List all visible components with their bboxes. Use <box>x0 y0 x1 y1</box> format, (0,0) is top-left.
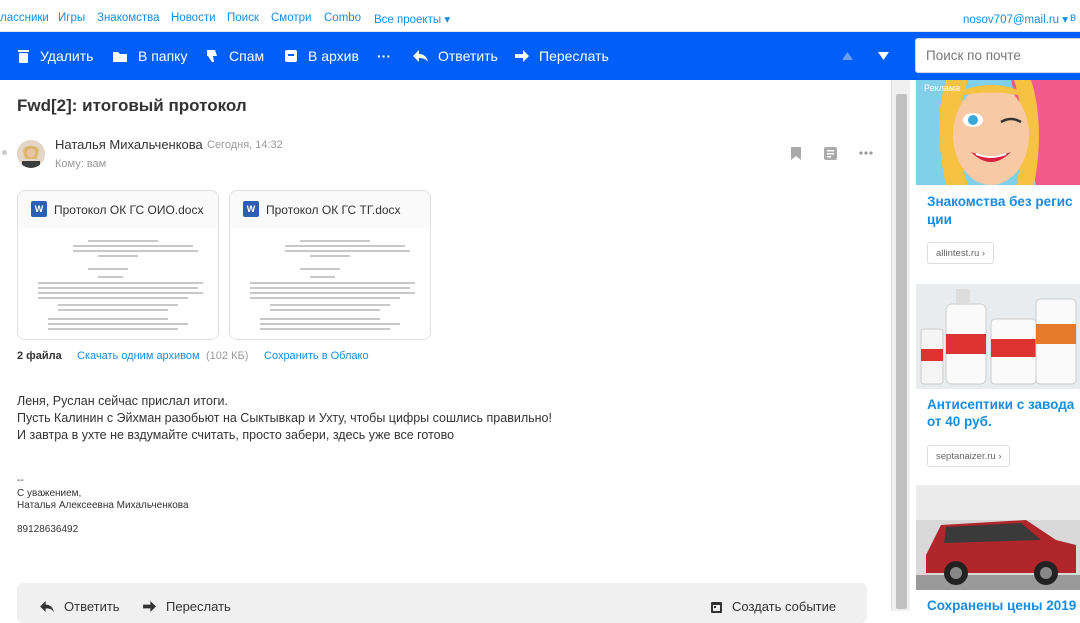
bottom-forward-label: Переслать <box>166 599 231 614</box>
move-to-folder-label: В папку <box>138 48 188 64</box>
nav-dating[interactable]: Знакомства <box>97 12 160 24</box>
download-archive-link[interactable]: Скачать одним архивом <box>77 350 200 362</box>
ad-image-dating[interactable] <box>916 80 1080 185</box>
delete-button[interactable]: Удалить <box>17 46 93 66</box>
more-options-icon[interactable] <box>859 151 873 155</box>
attachment-card[interactable]: W Протокол ОК ГС ОИО.docx <box>17 190 219 340</box>
attachment-name: Протокол ОК ГС ТГ.docx <box>266 203 401 217</box>
print-icon[interactable] <box>824 147 837 160</box>
body-line: Пусть Калинин с Эйхман разобьют на Сыкты… <box>17 411 552 425</box>
nav-watch[interactable]: Смотри <box>271 12 311 24</box>
reply-icon <box>413 50 428 62</box>
attachment-preview <box>18 228 218 339</box>
scrollbar-thumb[interactable] <box>896 94 907 609</box>
thumbs-down-icon <box>207 50 217 62</box>
reply-bar: Ответить Переслать Создать событие <box>17 583 867 623</box>
archive-icon <box>285 50 297 62</box>
reply-label: Ответить <box>438 48 498 64</box>
attachment-name: Протокол ОК ГС ОИО.docx <box>54 203 204 217</box>
ad-image-car[interactable] <box>916 485 1080 590</box>
next-message-icon[interactable] <box>878 52 889 60</box>
mail-search-input[interactable]: Поиск по почте <box>915 38 1080 73</box>
red-suv-image <box>916 485 1080 590</box>
ad-title-continued[interactable]: ции <box>927 211 952 229</box>
word-doc-icon: W <box>31 201 47 217</box>
save-to-cloud-link[interactable]: Сохранить в Облако <box>264 350 369 362</box>
message-date: Сегодня, 14:32 <box>207 139 283 151</box>
spam-button[interactable]: Спам <box>205 46 264 66</box>
trash-icon <box>18 50 29 63</box>
ad-image-antiseptic[interactable] <box>916 284 1080 389</box>
attachment-preview <box>230 228 430 339</box>
attachment-card[interactable]: W Протокол ОК ГС ТГ.docx <box>229 190 431 340</box>
move-to-folder-button[interactable]: В папку <box>112 46 187 66</box>
ad-title[interactable]: Знакомства без регис <box>927 193 1073 211</box>
archive-label: В архив <box>308 48 359 64</box>
message-view <box>0 80 891 611</box>
more-actions-button[interactable]: ··· <box>377 46 391 66</box>
ad-source-link[interactable]: septanaizer.ru › <box>927 445 1011 467</box>
ad-label: Реклама <box>924 83 961 93</box>
bookmark-icon[interactable] <box>791 147 801 160</box>
body-line: Леня, Руслан сейчас прислал итоги. <box>17 394 228 408</box>
bottom-reply-label: Ответить <box>64 599 120 614</box>
files-count: 2 файла <box>17 350 62 362</box>
nav-extra[interactable]: в <box>1070 12 1076 24</box>
top-navigation: лассники Игры Знакомства Новости Поиск С… <box>0 0 1080 32</box>
signature-name: Наталья Алексеевна Михальченкова <box>17 500 189 511</box>
ad-title[interactable]: Сохранены цены 2019 <box>927 597 1076 615</box>
signature-phone: 89128636492 <box>17 524 79 535</box>
create-event-label: Создать событие <box>732 599 837 614</box>
sender-avatar[interactable] <box>17 140 45 168</box>
nav-all-projects[interactable]: Все проекты ▾ <box>374 12 450 26</box>
nav-odnoklassniki[interactable]: лассники <box>0 12 49 24</box>
cartoon-woman-image <box>916 80 1080 185</box>
reply-icon <box>40 601 54 612</box>
nav-news[interactable]: Новости <box>171 12 216 24</box>
signature-dash: -- <box>17 475 24 486</box>
nav-games[interactable]: Игры <box>58 12 85 24</box>
archive-size: (102 КБ) <box>206 350 249 362</box>
word-doc-icon: W <box>243 201 259 217</box>
nav-search[interactable]: Поиск <box>227 12 259 24</box>
forward-arrow-icon <box>515 50 529 62</box>
scrollbar[interactable] <box>891 80 910 611</box>
previous-message-icon[interactable] <box>842 52 853 60</box>
create-event-button[interactable]: Создать событие <box>711 599 836 614</box>
forward-arrow-icon <box>143 601 156 612</box>
ads-column: Реклама Знакомства без регис ции allinte… <box>910 80 1080 613</box>
delete-label: Удалить <box>40 48 94 64</box>
ad-title[interactable]: Антисептики с завода <box>927 396 1074 414</box>
antiseptic-bottles-image <box>916 284 1080 389</box>
spam-label: Спам <box>229 48 265 64</box>
bottom-reply-button[interactable]: Ответить <box>40 599 120 614</box>
recipient-line: Кому: вам <box>55 158 107 170</box>
folder-move-icon <box>113 52 127 62</box>
avatar-photo <box>17 140 45 168</box>
message-subject: Fwd[2]: итоговый протокол <box>17 96 247 115</box>
forward-label: Переслать <box>539 48 609 64</box>
ad-source-link[interactable]: allintest.ru › <box>927 242 995 264</box>
bottom-forward-button[interactable]: Переслать <box>143 599 231 614</box>
user-account-menu[interactable]: nosov707@mail.ru ▾ <box>963 12 1068 26</box>
ad-title-continued[interactable]: от 40 руб. <box>927 413 992 431</box>
reply-button[interactable]: Ответить <box>413 46 498 66</box>
sender-name[interactable]: Наталья Михальченкова <box>55 137 203 152</box>
body-line: И завтра в ухте не вздумайте считать, пр… <box>17 428 455 442</box>
forward-button[interactable]: Переслать <box>515 46 609 66</box>
signature-regards: С уважением, <box>17 488 82 499</box>
unread-dot[interactable] <box>2 150 7 155</box>
archive-button[interactable]: В архив <box>284 46 359 66</box>
nav-combo[interactable]: Combo <box>324 12 361 24</box>
